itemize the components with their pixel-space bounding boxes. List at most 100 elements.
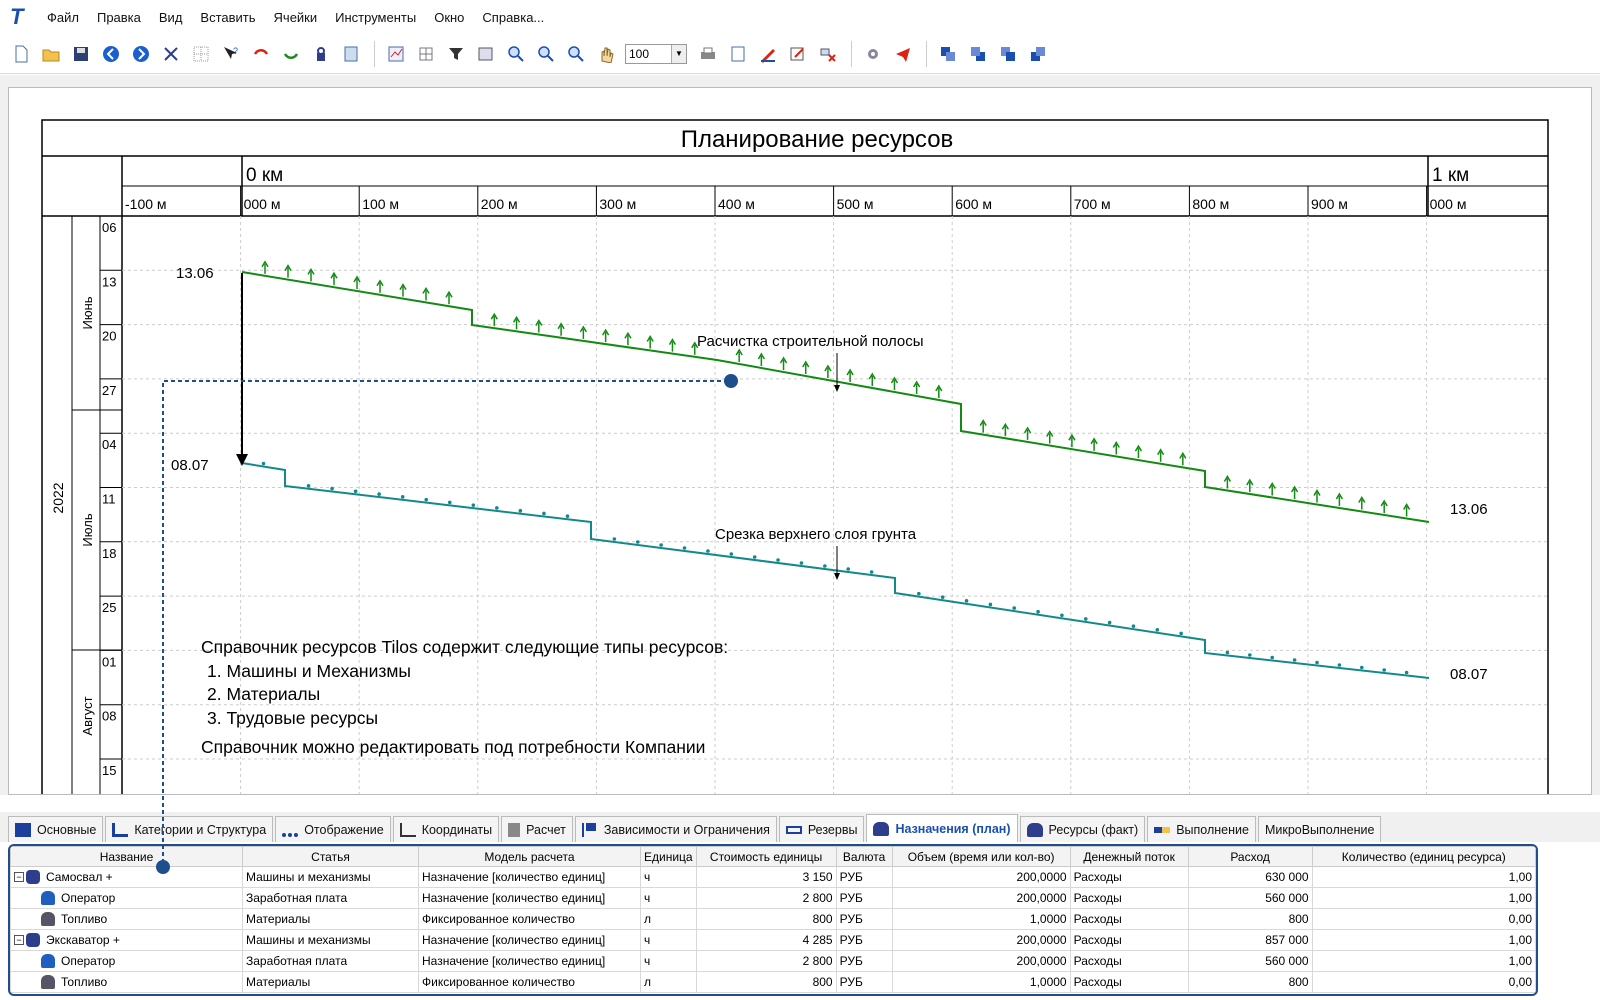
cell-cost[interactable]: 3 150 xyxy=(695,866,837,888)
zoom-level-select[interactable]: 100 ▼ xyxy=(625,43,687,64)
layer-backward-icon[interactable] xyxy=(1027,43,1049,65)
cell-expense[interactable]: 560 000 xyxy=(1187,887,1313,909)
cell-expense[interactable]: 857 000 xyxy=(1187,929,1313,951)
cell-currency[interactable]: РУБ xyxy=(835,929,893,951)
chart-sheet[interactable]: Планирование ресурсов 0 км 1 км -100 м 00… xyxy=(8,87,1592,795)
cell-article[interactable]: Машины и механизмы xyxy=(242,929,419,951)
menu-edit[interactable]: Правка xyxy=(88,10,150,25)
cell-model[interactable]: Фиксированное количество xyxy=(418,971,641,993)
grid-select-icon[interactable] xyxy=(190,43,212,65)
cell-volume[interactable]: 200,0000 xyxy=(891,929,1071,951)
cut-icon[interactable] xyxy=(160,43,182,65)
zoom-in-icon[interactable] xyxy=(505,43,527,65)
send-icon[interactable] xyxy=(892,43,914,65)
cell-unit[interactable]: ч xyxy=(640,929,697,951)
pan-hand-icon[interactable] xyxy=(595,43,617,65)
table-row[interactable]: Оператор Заработная плата Назначение [коли… xyxy=(10,887,1536,909)
cell-currency[interactable]: РУБ xyxy=(835,887,893,909)
cell-unit[interactable]: ч xyxy=(640,950,697,972)
cell-name[interactable]: − Самосвал + xyxy=(10,866,243,888)
collapse-icon[interactable]: − xyxy=(14,935,24,946)
undo-icon[interactable] xyxy=(250,43,272,65)
cell-qty[interactable]: 1,00 xyxy=(1311,887,1536,909)
cell-expense[interactable]: 630 000 xyxy=(1187,866,1313,888)
cell-cost[interactable]: 800 xyxy=(695,908,837,930)
page-setup-icon[interactable] xyxy=(727,43,749,65)
cell-flow[interactable]: Расходы xyxy=(1069,971,1189,993)
tab-resources-fact[interactable]: Ресурсы (факт) xyxy=(1019,816,1146,842)
cell-currency[interactable]: РУБ xyxy=(835,971,893,993)
tab-calculation[interactable]: Расчет xyxy=(501,816,573,842)
menu-tools[interactable]: Инструменты xyxy=(326,10,425,25)
cell-unit[interactable]: л xyxy=(640,908,697,930)
cell-unit[interactable]: ч xyxy=(640,887,697,909)
cell-volume[interactable]: 200,0000 xyxy=(891,866,1071,888)
col-volume[interactable]: Объем (время или кол-во) xyxy=(891,846,1071,867)
cell-volume[interactable]: 1,0000 xyxy=(891,908,1071,930)
cell-name[interactable]: Оператор xyxy=(10,887,243,909)
layout-icon[interactable] xyxy=(475,43,497,65)
cell-model[interactable]: Назначение [количество единиц] xyxy=(418,950,641,972)
col-expense[interactable]: Расход xyxy=(1187,846,1313,867)
zoom-fit-icon[interactable] xyxy=(565,43,587,65)
cell-article[interactable]: Заработная плата xyxy=(242,950,419,972)
menu-view[interactable]: Вид xyxy=(150,10,192,25)
tab-coordinates[interactable]: Координаты xyxy=(392,816,500,842)
task-clearing-line[interactable] xyxy=(241,260,1430,523)
cell-cost[interactable]: 800 xyxy=(695,971,837,993)
layer-front-icon[interactable] xyxy=(937,43,959,65)
cell-qty[interactable]: 1,00 xyxy=(1311,950,1536,972)
table-row[interactable]: Топливо Материалы Фиксированное количество… xyxy=(10,971,1536,993)
col-flow[interactable]: Денежный поток xyxy=(1069,846,1189,867)
table-row[interactable]: Топливо Материалы Фиксированное количество… xyxy=(10,908,1536,930)
cell-qty[interactable]: 1,00 xyxy=(1311,929,1536,951)
menu-window[interactable]: Окно xyxy=(425,10,473,25)
cell-article[interactable]: Материалы xyxy=(242,971,419,993)
cell-article[interactable]: Заработная плата xyxy=(242,887,419,909)
menu-cells[interactable]: Ячейки xyxy=(265,10,327,25)
table-row[interactable]: − Самосвал + Машины и механизмы Назначение … xyxy=(10,866,1536,888)
cell-name[interactable]: Топливо xyxy=(10,908,243,930)
col-currency[interactable]: Валюта xyxy=(835,846,893,867)
table-view-icon[interactable] xyxy=(415,43,437,65)
cell-qty[interactable]: 0,00 xyxy=(1311,971,1536,993)
cell-currency[interactable]: РУБ xyxy=(835,950,893,972)
cell-volume[interactable]: 200,0000 xyxy=(891,950,1071,972)
cell-model[interactable]: Назначение [количество единиц] xyxy=(418,866,641,888)
layer-forward-icon[interactable] xyxy=(997,43,1019,65)
cell-unit[interactable]: л xyxy=(640,971,697,993)
save-icon[interactable] xyxy=(70,43,92,65)
col-unit[interactable]: Единица xyxy=(640,846,697,867)
tab-progress[interactable]: Выполнение xyxy=(1147,816,1256,842)
col-model[interactable]: Модель расчета xyxy=(418,846,641,867)
edit-icon[interactable] xyxy=(787,43,809,65)
cell-expense[interactable]: 800 xyxy=(1187,908,1313,930)
cell-model[interactable]: Фиксированное количество xyxy=(418,908,641,930)
cell-cost[interactable]: 4 285 xyxy=(695,929,837,951)
cell-currency[interactable]: РУБ xyxy=(835,908,893,930)
lock-icon[interactable] xyxy=(310,43,332,65)
cell-model[interactable]: Назначение [количество единиц] xyxy=(418,887,641,909)
open-folder-icon[interactable] xyxy=(40,43,62,65)
cell-name[interactable]: Оператор xyxy=(10,950,243,972)
cell-flow[interactable]: Расходы xyxy=(1069,908,1189,930)
filter-icon[interactable] xyxy=(445,43,467,65)
menu-insert[interactable]: Вставить xyxy=(191,10,264,25)
document-icon[interactable] xyxy=(340,43,362,65)
cell-flow[interactable]: Расходы xyxy=(1069,887,1189,909)
tab-reserves[interactable]: Резервы xyxy=(778,816,865,842)
cell-cost[interactable]: 2 800 xyxy=(695,950,837,972)
cell-article[interactable]: Машины и механизмы xyxy=(242,866,419,888)
layer-back-icon[interactable] xyxy=(967,43,989,65)
chevron-down-icon[interactable]: ▼ xyxy=(671,44,686,63)
cell-currency[interactable]: РУБ xyxy=(835,866,893,888)
col-name[interactable]: Название xyxy=(10,846,243,867)
cell-qty[interactable]: 1,00 xyxy=(1311,866,1536,888)
table-row[interactable]: − Экскаватор + Машины и механизмы Назначени… xyxy=(10,929,1536,951)
draw-pen-icon[interactable] xyxy=(757,43,779,65)
cell-qty[interactable]: 0,00 xyxy=(1311,908,1536,930)
collapse-icon[interactable]: − xyxy=(14,872,24,883)
back-icon[interactable] xyxy=(100,43,122,65)
table-row[interactable]: Оператор Заработная плата Назначение [коли… xyxy=(10,950,1536,972)
cell-expense[interactable]: 800 xyxy=(1187,971,1313,993)
